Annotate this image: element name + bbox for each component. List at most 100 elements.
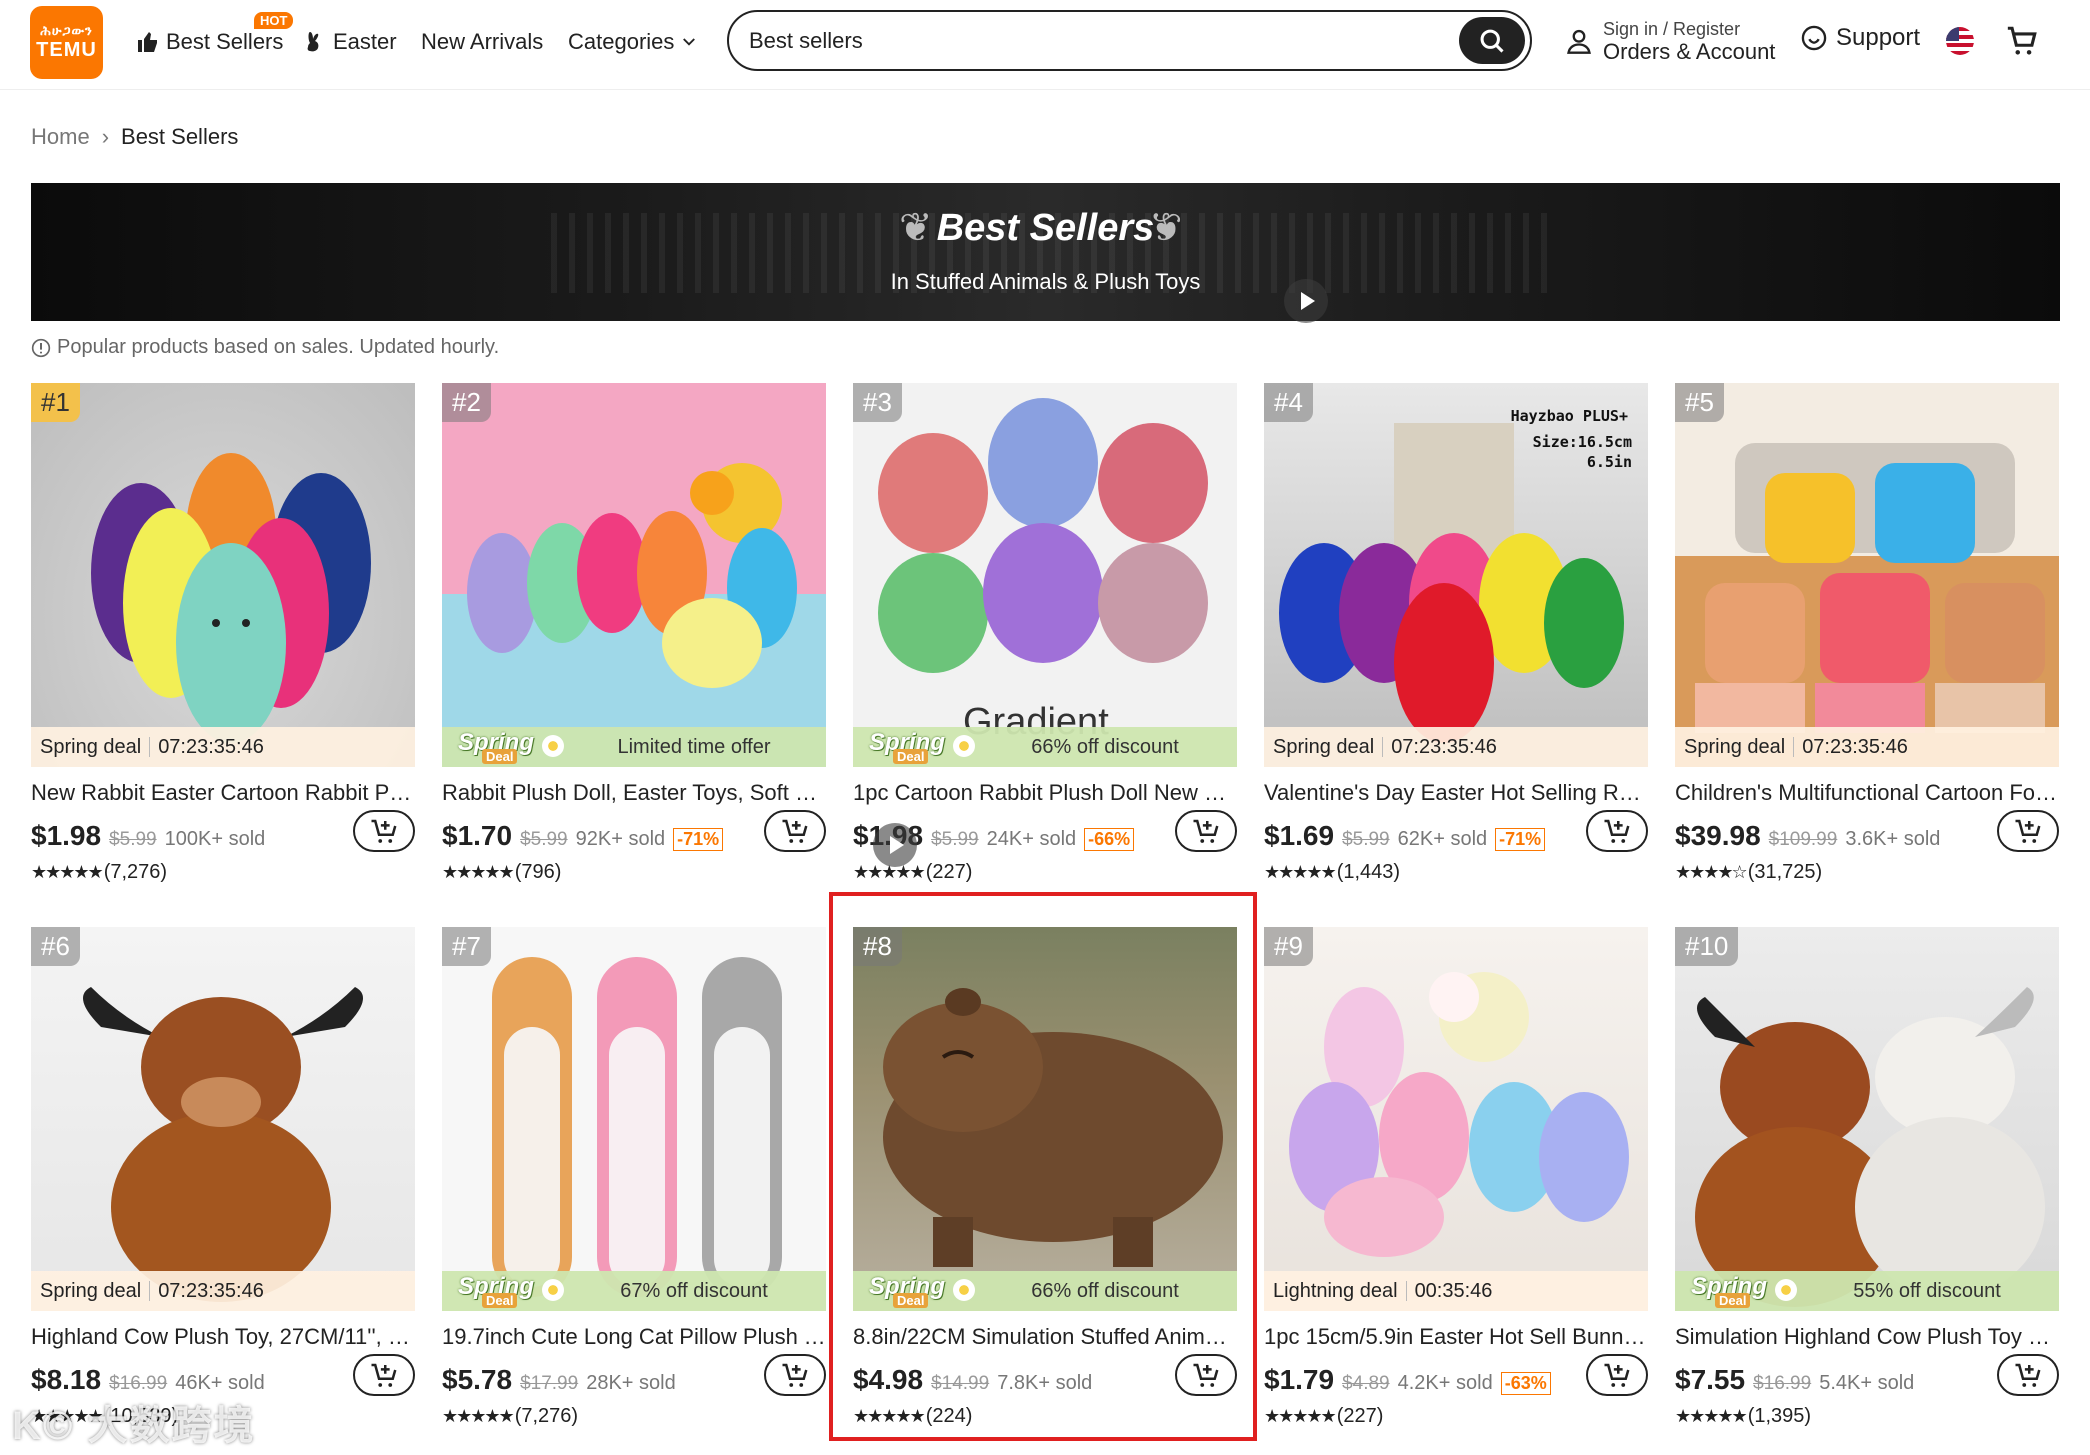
spring-deal-strip: Spring Deal 66% off discount bbox=[853, 1271, 1237, 1311]
spring-deal-strip: Spring Deal 67% off discount bbox=[442, 1271, 826, 1311]
rank-badge: #10 bbox=[1675, 927, 1739, 966]
offer-text: 66% off discount bbox=[1031, 735, 1179, 758]
price: $1.70 bbox=[442, 820, 513, 851]
spring-deal-badge: Spring Deal bbox=[853, 727, 975, 767]
price: $1.98 bbox=[31, 820, 102, 851]
spring-deal-strip: Spring Deal 66% off discount bbox=[853, 727, 1237, 767]
sold-count: 4.2K+ sold bbox=[1397, 1372, 1493, 1394]
sold-count: 100K+ sold bbox=[164, 828, 266, 850]
bunny-icon bbox=[307, 32, 319, 52]
search-button[interactable] bbox=[1459, 17, 1525, 64]
product-image[interactable] bbox=[442, 383, 826, 767]
spring-deal-badge: Spring Deal bbox=[1675, 1271, 1797, 1311]
add-to-cart-button[interactable] bbox=[764, 1354, 826, 1396]
pastel-bunny-illustration bbox=[1289, 972, 1629, 1257]
cart-button[interactable] bbox=[2005, 24, 2039, 63]
rank-badge: #8 bbox=[853, 927, 902, 966]
product-image[interactable] bbox=[1675, 383, 2059, 767]
sold-count: 5.4K+ sold bbox=[1819, 1372, 1915, 1394]
star-rating-icon: ★★★★☆ bbox=[1675, 862, 1748, 882]
us-flag-icon[interactable] bbox=[1946, 27, 1974, 55]
rating: ★★★★★ (7,276) bbox=[31, 861, 167, 884]
offer-text: Limited time offer bbox=[617, 735, 771, 758]
price: $5.78 bbox=[442, 1364, 513, 1395]
breadcrumb: Home › Best Sellers bbox=[31, 124, 238, 150]
image-overlay-brand: Hayzbao PLUS+ bbox=[1510, 407, 1628, 425]
product-image[interactable] bbox=[31, 383, 415, 767]
review-count: (7,276) bbox=[103, 861, 168, 883]
product-image[interactable] bbox=[1264, 927, 1648, 1311]
add-to-cart-button[interactable] bbox=[1586, 1354, 1648, 1396]
add-to-cart-button[interactable] bbox=[764, 810, 826, 852]
add-to-cart-button[interactable] bbox=[1175, 1354, 1237, 1396]
chevron-down-icon bbox=[683, 38, 696, 46]
add-to-cart-icon bbox=[782, 1363, 808, 1387]
rank-badge: #2 bbox=[442, 383, 491, 422]
nav-categories[interactable]: Categories bbox=[568, 0, 698, 84]
sold-count: 28K+ sold bbox=[586, 1372, 676, 1394]
add-to-cart-button[interactable] bbox=[1997, 810, 2059, 852]
offer-text: 66% off discount bbox=[1031, 1279, 1179, 1302]
product-title[interactable]: Rabbit Plush Doll, Easter Toys, Soft Stu… bbox=[442, 780, 826, 806]
add-to-cart-icon bbox=[2015, 1363, 2041, 1387]
price-row: $1.69 $5.99 62K+ sold -71% bbox=[1264, 820, 1546, 852]
play-video-icon[interactable] bbox=[873, 823, 917, 867]
review-count: (1,395) bbox=[1747, 1405, 1812, 1427]
deal-strip: Spring deal 07:23:35:46 bbox=[1675, 727, 2059, 767]
nav-easter-label: Easter bbox=[333, 29, 397, 54]
add-to-cart-button[interactable] bbox=[1175, 810, 1237, 852]
rating: ★★★★★ (224) bbox=[853, 1405, 972, 1428]
product-image[interactable]: Gradient bbox=[853, 383, 1237, 767]
product-title[interactable]: Valentine's Day Easter Hot Selling Rabbi… bbox=[1264, 780, 1648, 806]
rating: ★★★★☆ (31,725) bbox=[1675, 861, 1822, 884]
discount-badge: -63% bbox=[1500, 1372, 1551, 1395]
breadcrumb-home[interactable]: Home bbox=[31, 124, 90, 150]
original-price: $4.89 bbox=[1342, 1373, 1390, 1394]
price-row: $39.98 $109.99 3.6K+ sold bbox=[1675, 820, 1940, 852]
product-title[interactable]: New Rabbit Easter Cartoon Rabbit Plush D… bbox=[31, 780, 415, 806]
price: $1.79 bbox=[1264, 1364, 1335, 1395]
review-count: (227) bbox=[1336, 1405, 1384, 1427]
sold-count: 24K+ sold bbox=[986, 828, 1077, 850]
price-row: $8.18 $16.99 46K+ sold bbox=[31, 1364, 265, 1396]
product-title[interactable]: Simulation Highland Cow Plush Toy Doll bbox=[1675, 1324, 2059, 1350]
add-to-cart-button[interactable] bbox=[353, 810, 415, 852]
add-to-cart-button[interactable] bbox=[1586, 810, 1648, 852]
deal-strip: Spring deal 07:23:35:46 bbox=[31, 727, 415, 767]
add-to-cart-icon bbox=[2015, 819, 2041, 843]
product-image[interactable] bbox=[31, 927, 415, 1311]
review-count: (796) bbox=[514, 861, 562, 883]
original-price: $5.99 bbox=[931, 829, 979, 850]
search-bar bbox=[727, 10, 1532, 71]
breadcrumb-current: Best Sellers bbox=[121, 124, 239, 149]
product-image[interactable] bbox=[442, 927, 826, 1311]
product-title[interactable]: 1pc Cartoon Rabbit Plush Doll New Easter bbox=[853, 780, 1237, 806]
rating: ★★★★★ (796) bbox=[442, 861, 561, 884]
add-to-cart-icon bbox=[1604, 819, 1630, 843]
price-row: $4.98 $14.99 7.8K+ sold bbox=[853, 1364, 1092, 1396]
search-input[interactable] bbox=[749, 12, 1409, 69]
product-title[interactable]: 8.8in/22CM Simulation Stuffed Animal Cap… bbox=[853, 1324, 1237, 1350]
product-title[interactable]: Highland Cow Plush Toy, 27CM/11'', Scott… bbox=[31, 1324, 415, 1350]
add-to-cart-button[interactable] bbox=[1997, 1354, 2059, 1396]
product-image[interactable] bbox=[1675, 927, 2059, 1311]
support-chat-icon bbox=[1801, 25, 1827, 51]
product-title[interactable]: Children's Multifunctional Cartoon Foldi… bbox=[1675, 780, 2059, 806]
product-title[interactable]: 1pc 15cm/5.9in Easter Hot Sell Bunny Plu… bbox=[1264, 1324, 1648, 1350]
price: $1.69 bbox=[1264, 820, 1335, 851]
best-sellers-banner: ❦ ❦ Best Sellers In Stuffed Animals & Pl… bbox=[31, 183, 2060, 321]
thumbs-up-icon bbox=[138, 32, 157, 52]
nav-new-arrivals[interactable]: New Arrivals bbox=[421, 0, 543, 84]
info-icon bbox=[31, 338, 51, 357]
nav-easter[interactable]: Easter bbox=[303, 0, 397, 84]
product-image[interactable] bbox=[853, 927, 1237, 1311]
temu-logo[interactable]: ሕሁጋውን TEMU bbox=[30, 6, 103, 79]
account-menu[interactable]: Sign in / Register Orders & Account bbox=[1565, 18, 1775, 64]
review-count: (227) bbox=[925, 861, 973, 883]
add-to-cart-button[interactable] bbox=[353, 1354, 415, 1396]
product-image[interactable]: Hayzbao PLUS+ Size:16.5cm 6.5in bbox=[1264, 383, 1648, 767]
original-price: $109.99 bbox=[1768, 829, 1838, 850]
product-title[interactable]: 19.7inch Cute Long Cat Pillow Plush Toy bbox=[442, 1324, 826, 1350]
play-video-icon[interactable] bbox=[1284, 279, 1328, 323]
support-link[interactable]: Support bbox=[1800, 24, 1920, 52]
